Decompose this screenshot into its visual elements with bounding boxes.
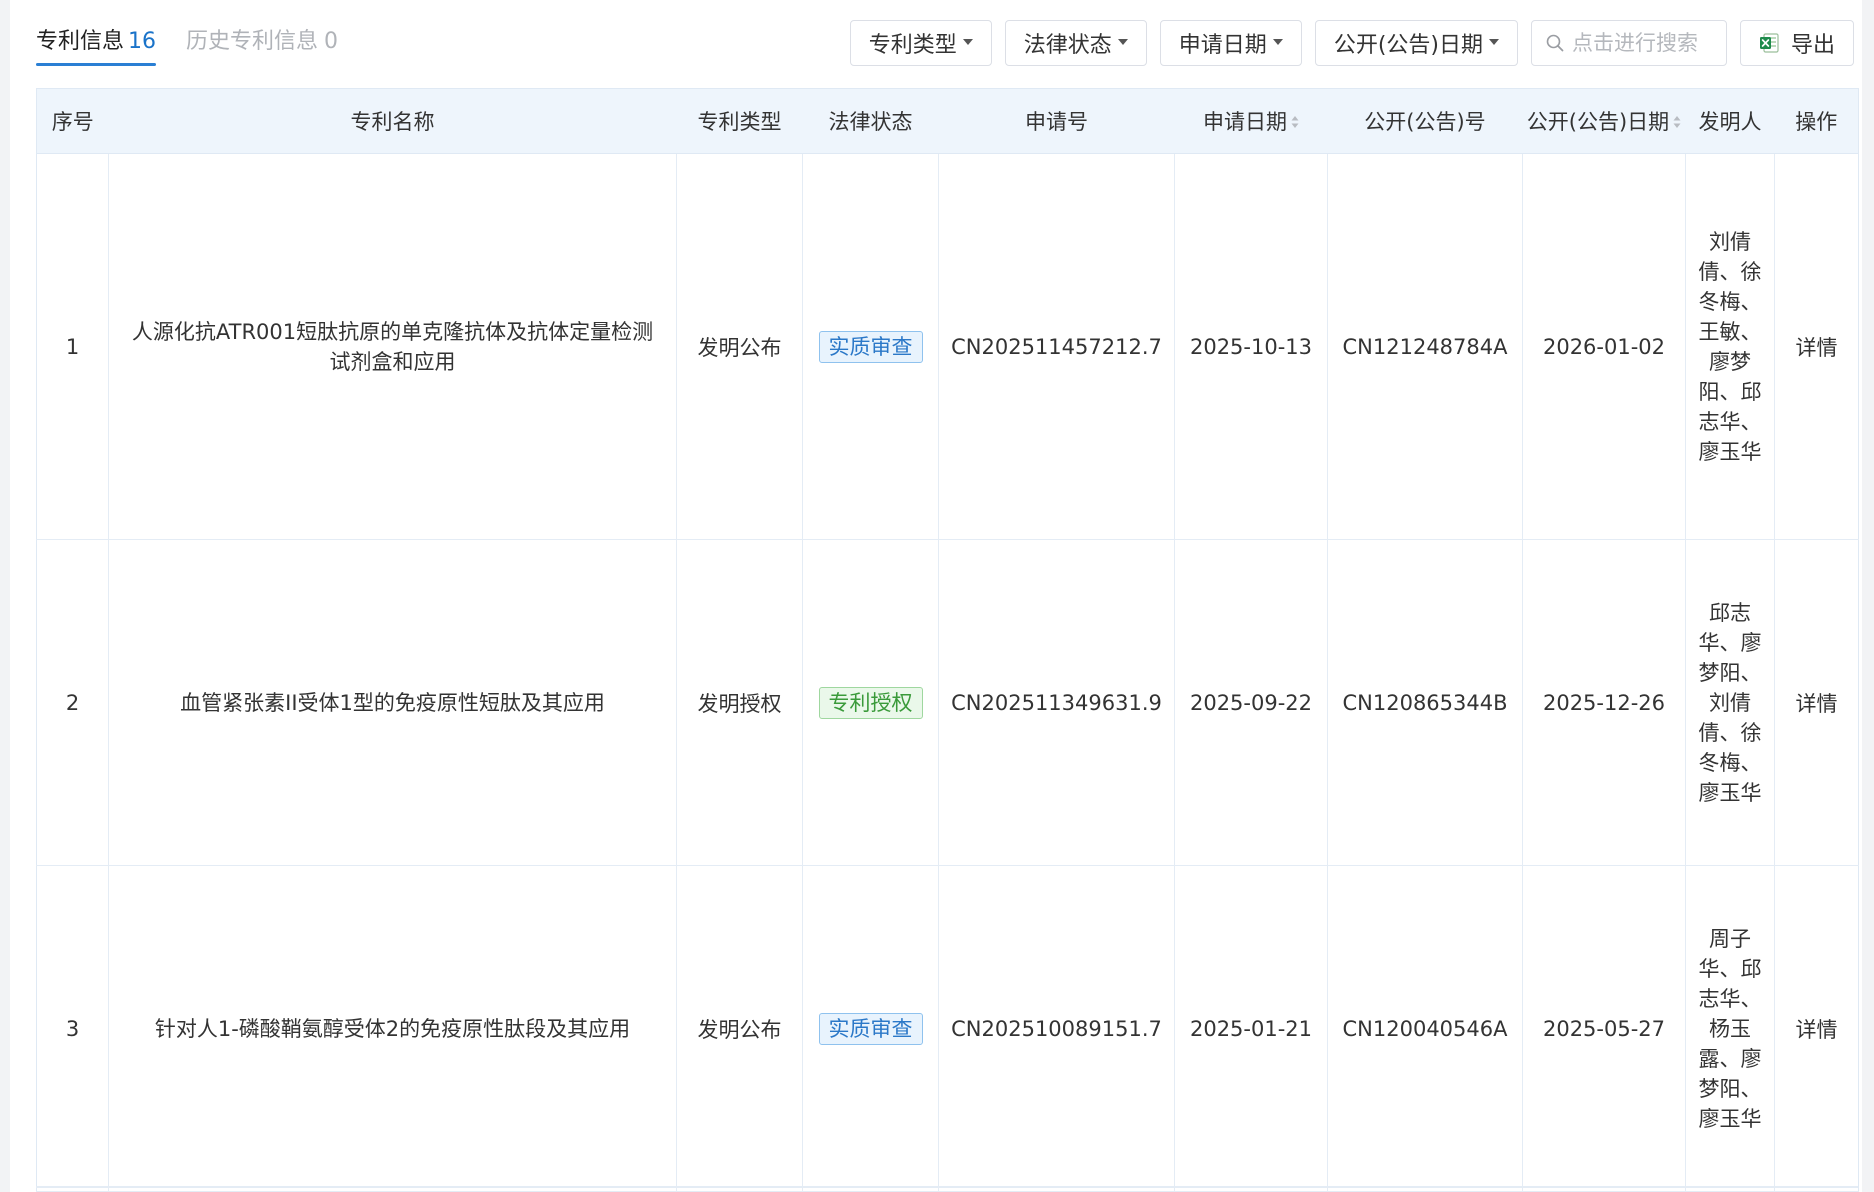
- excel-icon: [1759, 33, 1779, 53]
- tab-bar: 专利信息 16 历史专利信息 0: [36, 20, 338, 70]
- table-row: 1 人源化抗ATR001短肽抗原的单克隆抗体及抗体定量检测试剂盒和应用 发明公布…: [36, 153, 1859, 540]
- column-header-application-no: 申请号: [938, 88, 1175, 154]
- table-bottom-border: [36, 1186, 1858, 1188]
- cell-index: 3: [36, 865, 109, 1192]
- cell-status: 专利授权: [802, 539, 939, 866]
- export-button[interactable]: 导出: [1739, 20, 1854, 66]
- cell-inventors: 邱志华、廖梦阳、刘倩倩、徐冬梅、廖玉华: [1685, 539, 1775, 866]
- filter-legal-status[interactable]: 法律状态: [1004, 20, 1147, 66]
- column-header-action: 操作: [1774, 88, 1859, 154]
- table-row: 2 血管紧张素II受体1型的免疫原性短肽及其应用 发明授权 专利授权 CN202…: [36, 539, 1859, 866]
- tab-patent-info[interactable]: 专利信息 16: [36, 20, 157, 66]
- search-icon: [1546, 34, 1564, 52]
- cell-inventors: 刘倩倩、徐冬梅、王敏、廖梦阳、邱志华、廖玉华: [1685, 153, 1775, 540]
- cell-index: 1: [36, 153, 109, 540]
- status-badge: 专利授权: [818, 686, 923, 719]
- cell-application-date: 2025-10-13: [1174, 153, 1328, 540]
- cell-application-date: 2025-01-21: [1174, 865, 1328, 1192]
- left-edge: [0, 0, 10, 1192]
- column-header-publication-date[interactable]: 公开(公告)日期: [1522, 88, 1686, 154]
- tab-label: 历史专利信息: [186, 29, 319, 54]
- caret-down-icon: [962, 39, 973, 45]
- caret-down-icon: [1117, 39, 1128, 45]
- cell-index: 2: [36, 539, 109, 866]
- sort-icon[interactable]: [1673, 115, 1681, 129]
- cell-status: 实质审查: [802, 153, 939, 540]
- cell-publication-no: CN120865344B: [1327, 539, 1523, 866]
- cell-application-no: CN202510089151.7: [938, 865, 1175, 1192]
- search-box: [1530, 20, 1727, 66]
- tab-label: 专利信息: [36, 29, 125, 54]
- table-row: 3 针对人1-磷酸鞘氨醇受体2的免疫原性肽段及其应用 发明公布 实质审查 CN2…: [36, 865, 1859, 1192]
- filter-label: 专利类型: [868, 33, 957, 58]
- status-badge: 实质审查: [818, 330, 923, 363]
- status-badge: 实质审查: [818, 1012, 923, 1045]
- cell-status: 实质审查: [802, 865, 939, 1192]
- cell-application-no: CN202511457212.7: [938, 153, 1175, 540]
- sort-icon[interactable]: [1291, 115, 1299, 129]
- column-header-application-date[interactable]: 申请日期: [1174, 88, 1328, 154]
- patent-name-link[interactable]: 针对人1-磷酸鞘氨醇受体2的免疫原性肽段及其应用: [108, 865, 677, 1192]
- cell-publication-date: 2026-01-02: [1522, 153, 1686, 540]
- filter-application-date[interactable]: 申请日期: [1159, 20, 1302, 66]
- right-edge: [1862, 0, 1874, 1192]
- filter-label: 申请日期: [1178, 33, 1267, 58]
- cell-publication-date: 2025-12-26: [1522, 539, 1686, 866]
- column-header-type: 专利类型: [676, 88, 803, 154]
- cell-application-date: 2025-09-22: [1174, 539, 1328, 866]
- filter-publication-date[interactable]: 公开(公告)日期: [1314, 20, 1518, 66]
- details-link[interactable]: 详情: [1774, 539, 1859, 866]
- caret-down-icon: [1488, 39, 1499, 45]
- details-link[interactable]: 详情: [1774, 153, 1859, 540]
- toolbar: 专利类型 法律状态 申请日期 公开(公告)日期 导出: [849, 20, 1854, 68]
- cell-publication-no: CN120040546A: [1327, 865, 1523, 1192]
- cell-type: 发明公布: [676, 865, 803, 1192]
- cell-type: 发明公布: [676, 153, 803, 540]
- cell-inventors: 周子华、邱志华、杨玉露、廖梦阳、廖玉华: [1685, 865, 1775, 1192]
- tab-history-patent-info[interactable]: 历史专利信息 0: [186, 20, 338, 66]
- tab-count: 0: [324, 29, 339, 54]
- column-header-name: 专利名称: [108, 88, 677, 154]
- caret-down-icon: [1272, 39, 1283, 45]
- details-link[interactable]: 详情: [1774, 865, 1859, 1192]
- patent-table: 序号 专利名称 专利类型 法律状态 申请号 申请日期 公开(公告)号 公开(公告…: [36, 88, 1859, 1192]
- export-label: 导出: [1790, 33, 1835, 58]
- patent-name-link[interactable]: 血管紧张素II受体1型的免疫原性短肽及其应用: [108, 539, 677, 866]
- filter-label: 公开(公告)日期: [1333, 33, 1483, 58]
- cell-publication-no: CN121248784A: [1327, 153, 1523, 540]
- tab-count: 16: [128, 29, 157, 54]
- cell-type: 发明授权: [676, 539, 803, 866]
- column-header-publication-no: 公开(公告)号: [1327, 88, 1523, 154]
- table-header-row: 序号 专利名称 专利类型 法律状态 申请号 申请日期 公开(公告)号 公开(公告…: [36, 88, 1859, 154]
- search-input[interactable]: [1569, 30, 1714, 56]
- patent-name-link[interactable]: 人源化抗ATR001短肽抗原的单克隆抗体及抗体定量检测试剂盒和应用: [108, 153, 677, 540]
- filter-label: 法律状态: [1023, 33, 1112, 58]
- filter-patent-type[interactable]: 专利类型: [849, 20, 992, 66]
- column-header-index: 序号: [36, 88, 109, 154]
- column-header-status: 法律状态: [802, 88, 939, 154]
- cell-application-no: CN202511349631.9: [938, 539, 1175, 866]
- column-header-inventors: 发明人: [1685, 88, 1775, 154]
- cell-publication-date: 2025-05-27: [1522, 865, 1686, 1192]
